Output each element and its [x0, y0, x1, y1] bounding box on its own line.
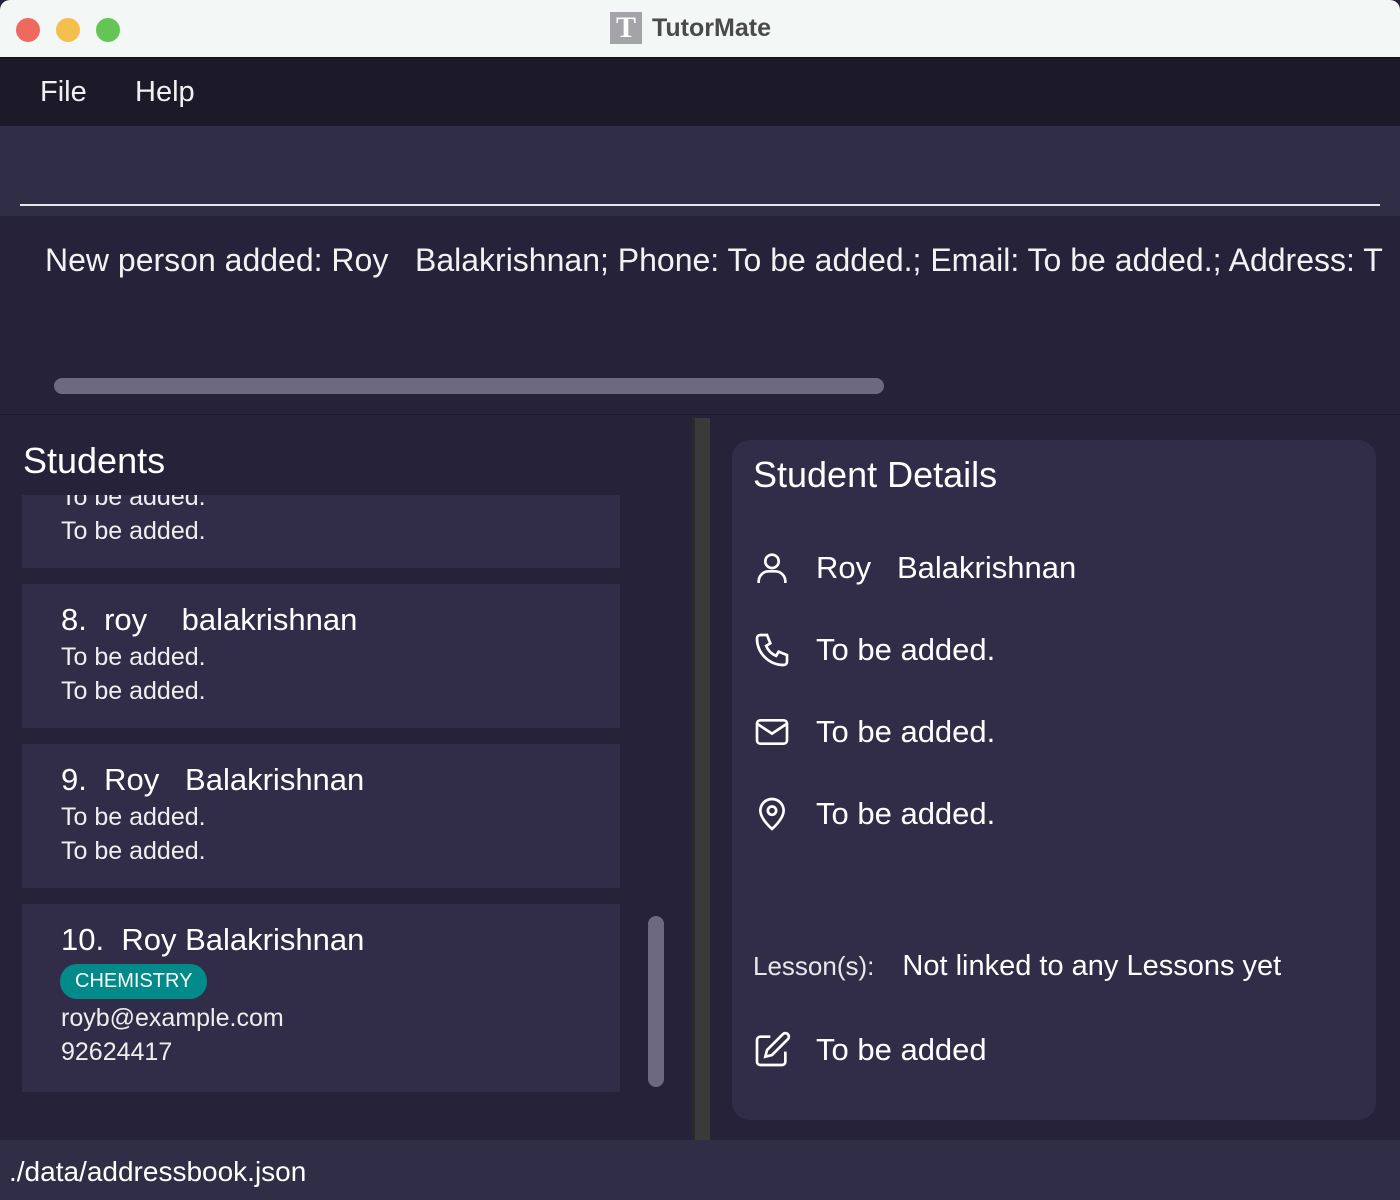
student-card[interactable]: 8. roy balakrishnan To be added. To be a… [22, 584, 620, 728]
card-phone: To be added. [61, 643, 206, 671]
detail-email: To be added. [816, 714, 996, 749]
menu-help[interactable]: Help [135, 76, 195, 109]
subject-tag: CHEMISTRY [60, 964, 208, 999]
detail-phone: To be added. [816, 632, 996, 667]
card-name: 10. Roy Balakrishnan [61, 922, 365, 957]
status-bar: ./data/addressbook.json [0, 1140, 1400, 1200]
split-divider[interactable] [692, 418, 710, 1140]
menu-file[interactable]: File [40, 76, 87, 109]
lessons-row: Lesson(s): Not linked to any Lessons yet [753, 950, 1281, 983]
edit-note-icon [755, 1031, 791, 1067]
card-email: To be added. [61, 677, 206, 705]
card-email: To be added. [61, 837, 206, 865]
title-bar: T TutorMate [0, 0, 1400, 58]
email-icon [755, 719, 789, 745]
student-card[interactable]: To be added. To be added. [22, 495, 620, 568]
phone-icon [755, 633, 789, 667]
students-title: Students [23, 440, 166, 481]
detail-note: To be added [816, 1032, 987, 1067]
app-logo-icon: T [610, 12, 642, 44]
horizontal-scrollbar[interactable] [54, 378, 884, 394]
card-phone: To be added. [61, 803, 206, 831]
detail-address: To be added. [816, 796, 996, 831]
student-card[interactable]: 10. Roy Balakrishnan CHEMISTRY royb@exam… [22, 904, 620, 1092]
window-title: T TutorMate [610, 12, 771, 44]
lessons-label: Lesson(s): [753, 951, 875, 981]
command-box[interactable] [0, 126, 1400, 216]
card-phone: 92624417 [61, 1038, 173, 1066]
location-pin-icon [758, 797, 786, 831]
save-file-path: ./data/addressbook.json [9, 1156, 307, 1187]
card-name: 8. roy balakrishnan [61, 602, 358, 637]
student-details-panel: Student Details Roy Balakrishnan To be a… [732, 440, 1376, 1120]
card-line: To be added. [61, 495, 206, 511]
close-window-button[interactable] [16, 18, 40, 42]
person-icon [757, 553, 787, 583]
lessons-value: Not linked to any Lessons yet [902, 950, 1282, 982]
vertical-scrollbar[interactable] [648, 916, 664, 1087]
student-list: To be added. To be added. 8. roy balakri… [0, 495, 692, 1140]
student-card[interactable]: 9. Roy Balakrishnan To be added. To be a… [22, 744, 620, 888]
menu-bar: File Help [0, 58, 1400, 126]
result-display: New person added: Roy Balakrishnan; Phon… [0, 216, 1400, 415]
card-name: 9. Roy Balakrishnan [61, 762, 365, 797]
details-title: Student Details [753, 454, 998, 495]
detail-name: Roy Balakrishnan [816, 550, 1077, 585]
minimize-window-button[interactable] [56, 18, 80, 42]
card-email: royb@example.com [61, 1004, 284, 1032]
result-text: New person added: Roy Balakrishnan; Phon… [45, 242, 1383, 278]
maximize-window-button[interactable] [96, 18, 120, 42]
app-title: TutorMate [652, 13, 771, 42]
card-line: To be added. [61, 517, 206, 545]
command-input-underline [20, 204, 1380, 206]
